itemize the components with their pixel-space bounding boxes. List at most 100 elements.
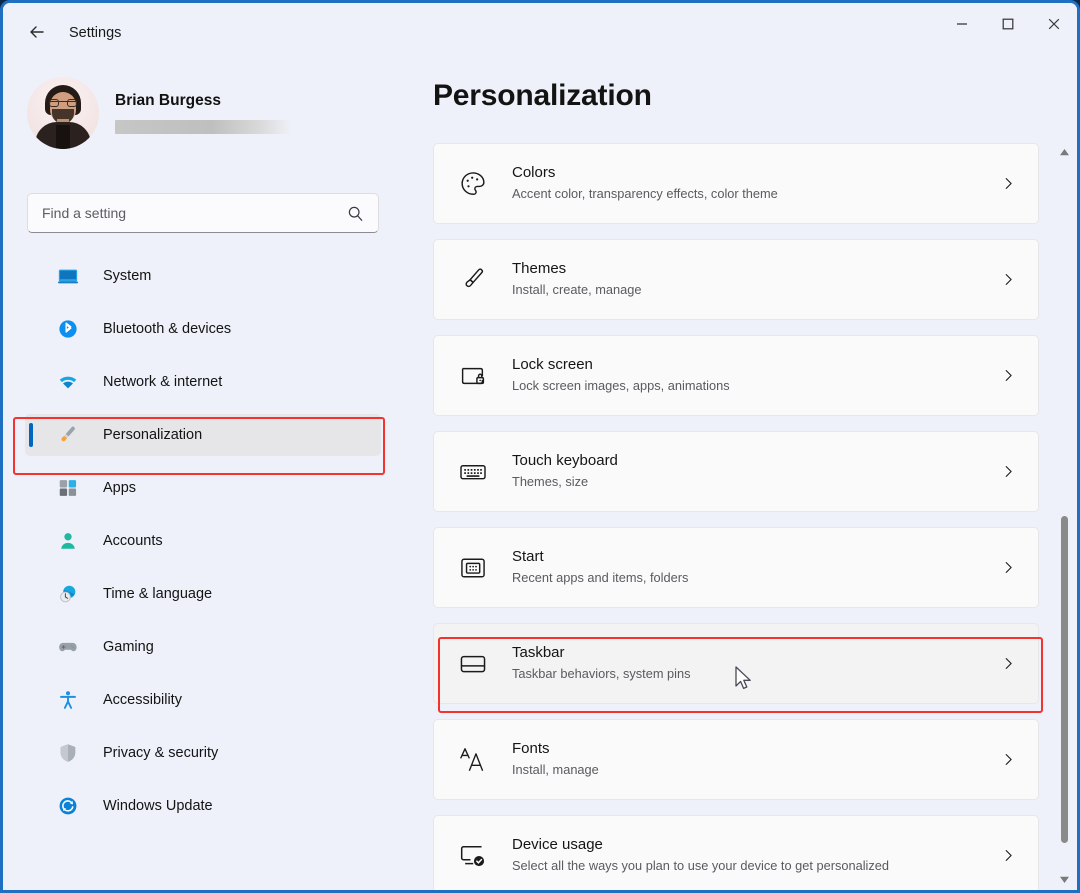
chevron-right-icon bbox=[1001, 176, 1016, 191]
sidebar-item-bluetooth-devices[interactable]: Bluetooth & devices bbox=[25, 308, 381, 350]
settings-card-colors[interactable]: ColorsAccent color, transparency effects… bbox=[433, 143, 1039, 224]
sidebar-item-label: Time & language bbox=[103, 586, 212, 602]
card-text: Taskbar Taskbar behaviors, system pins bbox=[512, 644, 1001, 682]
window-controls bbox=[939, 3, 1077, 49]
avatar bbox=[27, 77, 99, 149]
search-box[interactable] bbox=[27, 193, 379, 233]
card-subtitle: Select all the ways you plan to use your… bbox=[512, 857, 1001, 874]
card-title: Fonts bbox=[512, 740, 1001, 757]
card-title: Device usage bbox=[512, 836, 1001, 853]
card-subtitle: Themes, size bbox=[512, 473, 1001, 490]
main-content: Personalization ColorsAccent color, tran… bbox=[403, 65, 1077, 890]
chevron-right-icon bbox=[1001, 560, 1016, 575]
sidebar-item-label: System bbox=[103, 268, 151, 284]
update-refresh-icon bbox=[55, 793, 81, 819]
card-title: Lock screen bbox=[512, 356, 1001, 373]
card-subtitle: Install, create, manage bbox=[512, 281, 1001, 298]
chevron-right-icon bbox=[1001, 752, 1016, 767]
content-scrollbar[interactable] bbox=[1057, 145, 1071, 886]
card-text: Lock screen Lock screen images, apps, ani… bbox=[512, 356, 1001, 394]
sidebar-item-windows-update[interactable]: Windows Update bbox=[25, 785, 381, 827]
sidebar-item-gaming[interactable]: Gaming bbox=[25, 626, 381, 668]
sidebar-item-label: Bluetooth & devices bbox=[103, 321, 231, 337]
settings-card-device-usage[interactable]: Device usage Select all the ways you plan… bbox=[433, 815, 1039, 893]
card-text: Themes Install, create, manage bbox=[512, 260, 1001, 298]
sidebar-item-personalization[interactable]: Personalization bbox=[25, 414, 381, 456]
sidebar-item-privacy-security[interactable]: Privacy & security bbox=[25, 732, 381, 774]
sidebar-item-network-internet[interactable]: Network & internet bbox=[25, 361, 381, 403]
search-icon bbox=[347, 205, 364, 222]
scroll-down-arrow-icon bbox=[1060, 870, 1069, 888]
card-subtitle: Install, manage bbox=[512, 761, 1001, 778]
settings-card-fonts[interactable]: Fonts Install, manage bbox=[433, 719, 1039, 800]
sidebar-item-label: Accessibility bbox=[103, 692, 182, 708]
sidebar-item-label: Windows Update bbox=[103, 798, 213, 814]
card-title: Start bbox=[512, 548, 1001, 565]
account-block[interactable]: Brian Burgess bbox=[27, 77, 291, 149]
sidebar-item-label: Personalization bbox=[103, 427, 202, 443]
sidebar-item-label: Gaming bbox=[103, 639, 154, 655]
card-subtitle: Lock screen images, apps, animations bbox=[512, 377, 1001, 394]
minimize-button[interactable] bbox=[939, 3, 985, 49]
sidebar-item-time-language[interactable]: Time & language bbox=[25, 573, 381, 615]
settings-card-start[interactable]: Start Recent apps and items, folders bbox=[433, 527, 1039, 608]
card-subtitle: Taskbar behaviors, system pins bbox=[512, 665, 1001, 682]
taskbar-icon bbox=[456, 649, 490, 679]
chevron-right-icon bbox=[1001, 848, 1016, 863]
person-icon bbox=[55, 528, 81, 554]
card-title: Taskbar bbox=[512, 644, 1001, 661]
settings-card-taskbar[interactable]: Taskbar Taskbar behaviors, system pins bbox=[433, 623, 1039, 704]
card-text: Start Recent apps and items, folders bbox=[512, 548, 1001, 586]
accessibility-icon bbox=[55, 687, 81, 713]
sidebar-item-accessibility[interactable]: Accessibility bbox=[25, 679, 381, 721]
sidebar-item-label: Privacy & security bbox=[103, 745, 218, 761]
wifi-icon bbox=[55, 369, 81, 395]
settings-card-lock-screen[interactable]: Lock screen Lock screen images, apps, ani… bbox=[433, 335, 1039, 416]
scroll-down-button[interactable] bbox=[1057, 872, 1071, 886]
settings-card-themes[interactable]: Themes Install, create, manage bbox=[433, 239, 1039, 320]
scrollbar-track[interactable] bbox=[1057, 159, 1071, 872]
close-button[interactable] bbox=[1031, 3, 1077, 49]
sidebar-item-apps[interactable]: Apps bbox=[25, 467, 381, 509]
minimize-icon bbox=[956, 17, 968, 35]
card-subtitle: Recent apps and items, folders bbox=[512, 569, 1001, 586]
chevron-right-icon bbox=[1001, 656, 1016, 671]
clock-globe-icon bbox=[55, 581, 81, 607]
gamepad-icon bbox=[55, 634, 81, 660]
shield-icon bbox=[55, 740, 81, 766]
sidebar: Brian Burgess System Bluetooth & devices N… bbox=[3, 65, 403, 890]
device-usage-icon bbox=[456, 841, 490, 871]
back-arrow-icon bbox=[27, 22, 47, 47]
settings-card-touch-keyboard[interactable]: Touch keyboardThemes, size bbox=[433, 431, 1039, 512]
card-text: Touch keyboardThemes, size bbox=[512, 452, 1001, 490]
search-input[interactable] bbox=[28, 205, 347, 221]
scroll-up-button[interactable] bbox=[1057, 145, 1071, 159]
sidebar-item-label: Network & internet bbox=[103, 374, 222, 390]
sidebar-item-system[interactable]: System bbox=[25, 255, 381, 297]
title-bar: Settings bbox=[3, 3, 1077, 65]
sidebar-item-label: Apps bbox=[103, 480, 136, 496]
chevron-right-icon bbox=[1001, 464, 1016, 479]
close-icon bbox=[1048, 17, 1060, 35]
apps-grid-icon bbox=[55, 475, 81, 501]
app-title: Settings bbox=[69, 25, 121, 41]
keyboard-icon bbox=[456, 457, 490, 487]
maximize-button[interactable] bbox=[985, 3, 1031, 49]
paintbrush-outline-icon bbox=[456, 265, 490, 295]
paintbrush-icon bbox=[55, 422, 81, 448]
card-text: Fonts Install, manage bbox=[512, 740, 1001, 778]
lock-screen-icon bbox=[456, 361, 490, 391]
settings-card-list: ColorsAccent color, transparency effects… bbox=[433, 143, 1039, 890]
card-text: ColorsAccent color, transparency effects… bbox=[512, 164, 1001, 202]
bluetooth-icon bbox=[55, 316, 81, 342]
card-title: Themes bbox=[512, 260, 1001, 277]
maximize-icon bbox=[1002, 17, 1014, 35]
page-title: Personalization bbox=[433, 79, 652, 113]
card-title: Colors bbox=[512, 164, 1001, 181]
scrollbar-thumb[interactable] bbox=[1061, 516, 1068, 844]
back-button[interactable] bbox=[19, 17, 55, 51]
chevron-right-icon bbox=[1001, 272, 1016, 287]
chevron-right-icon bbox=[1001, 368, 1016, 383]
sidebar-item-accounts[interactable]: Accounts bbox=[25, 520, 381, 562]
fonts-icon bbox=[456, 744, 490, 776]
